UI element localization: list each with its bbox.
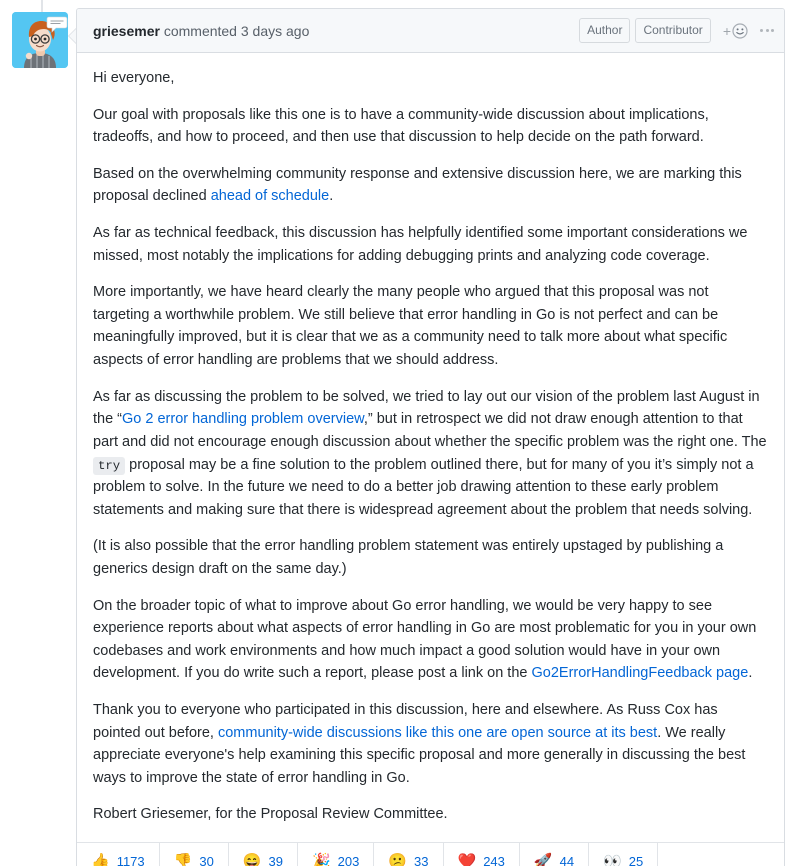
reaction-thumbs-down[interactable]: 👎 30 — [160, 843, 229, 866]
comment-card: griesemer commented 3 days ago Author Co… — [76, 8, 785, 866]
paragraph-goal: Our goal with proposals like this one is… — [93, 106, 709, 146]
thumbs-up-icon: 👍 — [91, 853, 110, 866]
paragraph-generics-aside: (It is also possible that the error hand… — [93, 538, 724, 577]
eyes-icon: 👀 — [603, 853, 622, 866]
reactions-bar: 👍 1173 👎 30 😄 39 🎉 203 😕 33 ❤️ 243 🚀 44 … — [77, 842, 784, 866]
link-go2-error-handling-problem-overview[interactable]: Go 2 error handling problem overview — [122, 411, 364, 427]
text-run: . — [748, 665, 753, 682]
paragraph-greeting: Hi everyone, — [93, 70, 175, 86]
reaction-count: 243 — [483, 854, 505, 866]
paragraph-signature: Robert Griesemer, for the Proposal Revie… — [93, 806, 448, 823]
paragraph-experience-reports: On the broader topic of what to improve … — [93, 595, 768, 685]
reaction-confused[interactable]: 😕 33 — [374, 843, 444, 866]
plus-icon: + — [722, 22, 731, 39]
link-go2-error-handling-feedback[interactable]: Go2ErrorHandlingFeedback page — [531, 665, 748, 681]
paragraph-thank-you: Thank you to everyone who participated i… — [93, 699, 768, 789]
rocket-icon: 🚀 — [533, 853, 553, 866]
link-community-wide-discussions[interactable]: community-wide discussions like this one… — [218, 725, 657, 741]
text-run: proposal may be a fine solution to the p… — [93, 456, 754, 518]
reactions-filler — [658, 843, 784, 866]
reaction-eyes[interactable]: 👀 25 — [589, 843, 659, 866]
laugh-icon: 😄 — [242, 853, 262, 866]
paragraph-declined: Based on the overwhelming community resp… — [93, 163, 768, 208]
thumbs-down-icon: 👎 — [173, 853, 193, 866]
reaction-count: 44 — [559, 854, 575, 866]
confused-icon: 😕 — [388, 853, 408, 866]
reaction-hooray[interactable]: 🎉 203 — [298, 843, 375, 866]
reaction-count: 1173 — [116, 854, 145, 866]
badge-contributor: Contributor — [635, 18, 711, 43]
comment-header: griesemer commented 3 days ago Author Co… — [77, 9, 784, 53]
paragraph-worthwhile-problem: More importantly, we have heard clearly … — [93, 284, 728, 369]
reaction-laugh[interactable]: 😄 39 — [229, 843, 298, 866]
comment-timestamp: commented 3 days ago — [159, 22, 310, 39]
reaction-heart[interactable]: ❤️ 243 — [444, 843, 520, 866]
kebab-dot — [771, 29, 774, 32]
code-span-try: try — [93, 456, 126, 475]
kebab-menu-icon[interactable] — [760, 29, 774, 32]
paragraph-technical-feedback: As far as technical feedback, this discu… — [93, 225, 748, 264]
user-avatar-bitmoji — [12, 12, 68, 68]
comment-author-link[interactable]: griesemer — [93, 23, 160, 39]
reaction-count: 33 — [414, 854, 429, 866]
reaction-count: 39 — [268, 854, 283, 866]
comment-page: griesemer commented 3 days ago Author Co… — [0, 0, 793, 866]
kebab-dot — [760, 29, 763, 32]
paragraph-problem-overview: As far as discussing the problem to be s… — [93, 386, 768, 522]
text-run: . — [329, 188, 334, 205]
avatar[interactable] — [12, 12, 68, 68]
reaction-thumbs-up[interactable]: 👍 1173 — [77, 843, 160, 866]
comment-byline: griesemer commented 3 days ago — [93, 23, 309, 39]
link-ahead-of-schedule[interactable]: ahead of schedule — [211, 188, 330, 204]
party-popper-icon: 🎉 — [311, 853, 331, 866]
reaction-count: 30 — [199, 854, 214, 866]
add-reaction-button[interactable]: + — [723, 23, 748, 39]
heart-icon: ❤️ — [457, 853, 477, 866]
text-run: Based on the overwhelming community resp… — [93, 165, 742, 205]
smiley-icon — [732, 22, 748, 39]
kebab-dot — [765, 29, 769, 32]
comment-body: Hi everyone, Our goal with proposals lik… — [77, 53, 784, 842]
badge-author: Author — [579, 18, 631, 43]
reaction-rocket[interactable]: 🚀 44 — [520, 843, 590, 866]
reaction-count: 203 — [337, 854, 360, 866]
reaction-count: 25 — [628, 854, 644, 866]
timeline-rail-top — [41, 0, 43, 12]
